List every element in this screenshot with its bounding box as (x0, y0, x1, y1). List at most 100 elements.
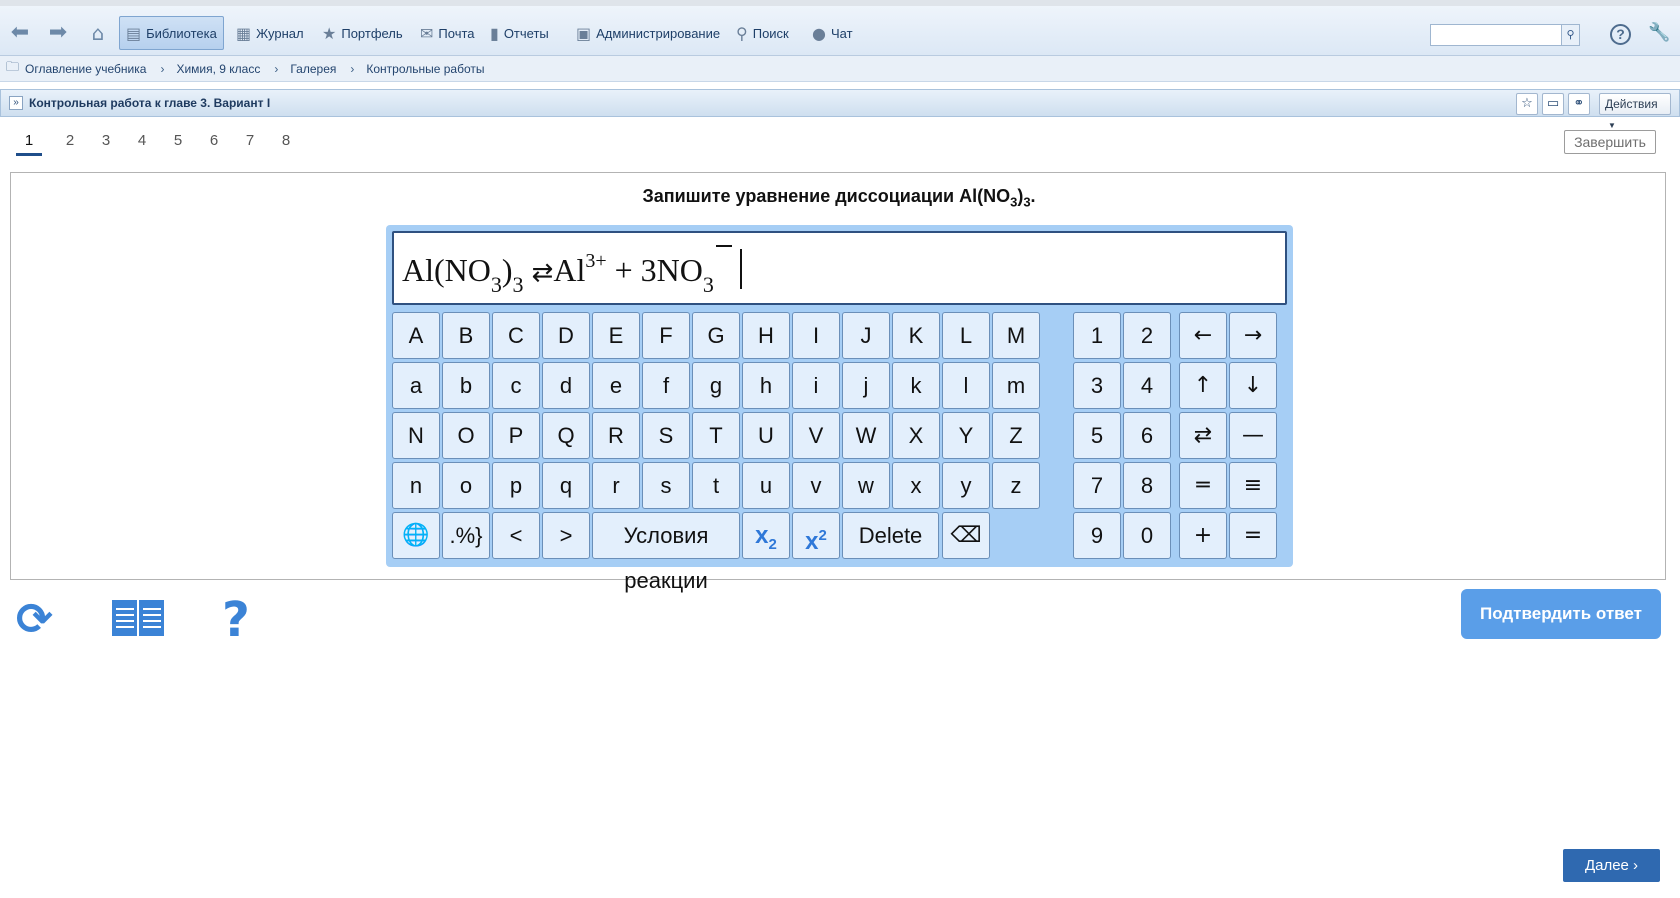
key-J[interactable]: J (842, 312, 890, 359)
symbol-key[interactable]: ↓ (1229, 362, 1277, 409)
key-d[interactable]: d (542, 362, 590, 409)
window-icon[interactable]: ▭ (1542, 93, 1564, 115)
key-c[interactable]: c (492, 362, 540, 409)
key-s[interactable]: s (642, 462, 690, 509)
reaction-conditions-key[interactable]: Условия реакции (592, 512, 740, 593)
key-D[interactable]: D (542, 312, 590, 359)
key-t[interactable]: t (692, 462, 740, 509)
key-S[interactable]: S (642, 412, 690, 459)
formula-input[interactable]: Al(NO3)3 ⇄Al3+ + 3NO3 (392, 231, 1287, 305)
symbol-key[interactable]: ← (1179, 312, 1227, 359)
globe-icon[interactable]: 🌐 (392, 512, 440, 559)
symbol-key[interactable]: ↑ (1179, 362, 1227, 409)
key-w[interactable]: w (842, 462, 890, 509)
help-icon[interactable]: ? (1610, 24, 1631, 45)
key-r[interactable]: r (592, 462, 640, 509)
delete-key[interactable]: Delete (842, 512, 939, 559)
toolbar-item-chat[interactable]: ● Чат (806, 16, 859, 50)
key-l[interactable]: l (942, 362, 990, 409)
key-x[interactable]: x (892, 462, 940, 509)
question-tab[interactable]: 4 (124, 130, 160, 156)
key-u[interactable]: u (742, 462, 790, 509)
key-v[interactable]: v (792, 462, 840, 509)
key-R[interactable]: R (592, 412, 640, 459)
key-3[interactable]: 3 (1073, 362, 1121, 409)
breadcrumb-item[interactable]: Химия, 9 класс (176, 62, 260, 76)
key-I[interactable]: I (792, 312, 840, 359)
finish-button[interactable]: Завершить (1564, 130, 1656, 154)
share-icon[interactable]: ⚭ (1568, 93, 1590, 115)
key-a[interactable]: a (392, 362, 440, 409)
key-m[interactable]: m (992, 362, 1040, 409)
key-z[interactable]: z (992, 462, 1040, 509)
actions-dropdown[interactable]: Действия ▼ (1599, 93, 1671, 130)
key-Y[interactable]: Y (942, 412, 990, 459)
key-X[interactable]: X (892, 412, 940, 459)
key-k[interactable]: k (892, 362, 940, 409)
toolbar-item-search[interactable]: ⚲ Поиск (730, 16, 795, 50)
question-tab[interactable]: 5 (160, 130, 196, 156)
key-A[interactable]: A (392, 312, 440, 359)
key-Q[interactable]: Q (542, 412, 590, 459)
question-tab[interactable]: 1 (16, 130, 42, 156)
refresh-icon[interactable]: ⟳ (16, 596, 53, 644)
key-greater-than[interactable]: > (542, 512, 590, 559)
toolbar-item-portfolio[interactable]: ★ Портфель (316, 16, 409, 50)
key-2[interactable]: 2 (1123, 312, 1171, 359)
key-C[interactable]: C (492, 312, 540, 359)
search-icon[interactable]: ⚲ (1561, 25, 1579, 45)
wrench-icon[interactable]: 🔧 (1648, 22, 1670, 43)
key-n[interactable]: n (392, 462, 440, 509)
key-4[interactable]: 4 (1123, 362, 1171, 409)
symbol-key[interactable]: → (1229, 312, 1277, 359)
key-F[interactable]: F (642, 312, 690, 359)
question-tab[interactable]: 7 (232, 130, 268, 156)
next-button[interactable]: Далее › (1563, 849, 1660, 882)
key-K[interactable]: K (892, 312, 940, 359)
search-input[interactable]: ⚲ (1430, 24, 1580, 46)
toolbar-item-mail[interactable]: ✉ Почта (414, 16, 481, 50)
key-e[interactable]: e (592, 362, 640, 409)
key-T[interactable]: T (692, 412, 740, 459)
key-U[interactable]: U (742, 412, 790, 459)
key-P[interactable]: P (492, 412, 540, 459)
key-Z[interactable]: Z (992, 412, 1040, 459)
symbol-key[interactable]: ≡ (1229, 462, 1277, 509)
breadcrumb-item[interactable]: Контрольные работы (366, 62, 484, 76)
key-G[interactable]: G (692, 312, 740, 359)
key-i[interactable]: i (792, 362, 840, 409)
symbol-key[interactable]: — (1229, 412, 1277, 459)
question-tab[interactable]: 3 (88, 130, 124, 156)
key-p[interactable]: p (492, 462, 540, 509)
question-tab[interactable]: 8 (268, 130, 304, 156)
key-j[interactable]: j (842, 362, 890, 409)
key-B[interactable]: B (442, 312, 490, 359)
favorite-star-icon[interactable]: ☆ (1516, 93, 1538, 115)
open-book-icon[interactable] (112, 600, 164, 638)
key-N[interactable]: N (392, 412, 440, 459)
key-0[interactable]: 0 (1123, 512, 1171, 559)
key-b[interactable]: b (442, 362, 490, 409)
symbol-key[interactable]: = (1229, 512, 1277, 559)
key-g[interactable]: g (692, 362, 740, 409)
breadcrumb-item[interactable]: Галерея (290, 62, 336, 76)
toolbar-item-reports[interactable]: ▮ Отчеты (484, 16, 555, 50)
key-M[interactable]: M (992, 312, 1040, 359)
subscript-key[interactable]: x2 (742, 512, 790, 559)
key-8[interactable]: 8 (1123, 462, 1171, 509)
toolbar-item-library[interactable]: ▤ Библиотека (119, 16, 224, 50)
key-H[interactable]: H (742, 312, 790, 359)
backspace-icon[interactable]: ⌫ (942, 512, 990, 559)
key-7[interactable]: 7 (1073, 462, 1121, 509)
key-V[interactable]: V (792, 412, 840, 459)
superscript-key[interactable]: x2 (792, 512, 840, 559)
key-O[interactable]: O (442, 412, 490, 459)
key-9[interactable]: 9 (1073, 512, 1121, 559)
key-o[interactable]: o (442, 462, 490, 509)
key-less-than[interactable]: < (492, 512, 540, 559)
home-icon[interactable]: ⌂ (86, 22, 110, 44)
forward-arrow-icon[interactable]: ➡ (46, 22, 70, 44)
key-E[interactable]: E (592, 312, 640, 359)
expand-icon[interactable]: » (9, 96, 23, 110)
key-h[interactable]: h (742, 362, 790, 409)
